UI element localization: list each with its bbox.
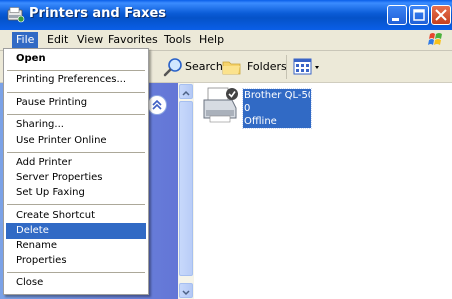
- title-bar[interactable]: Printers and Faxes: [0, 0, 452, 30]
- menu-item-properties[interactable]: Properties: [6, 253, 146, 269]
- menu-item-open[interactable]: Open: [6, 51, 146, 67]
- minimize-button[interactable]: [387, 5, 407, 25]
- menu-separator: [7, 152, 145, 153]
- printer-jobs: 0: [244, 103, 251, 114]
- menu-separator: [7, 70, 145, 71]
- menu-item-set-up-faxing[interactable]: Set Up Faxing: [6, 185, 146, 201]
- views-icon: [293, 58, 319, 75]
- menu-tools[interactable]: Tools: [160, 32, 195, 48]
- maximize-button[interactable]: [409, 5, 429, 25]
- menu-item-use-printer-online[interactable]: Use Printer Online: [6, 133, 146, 149]
- scroll-up-button[interactable]: [179, 84, 193, 99]
- menu-item-rename[interactable]: Rename: [6, 238, 146, 254]
- search-label: Search: [185, 60, 223, 73]
- menu-separator: [7, 272, 145, 273]
- explorer-window: Printers and Faxes File Edit View Favori…: [0, 0, 452, 299]
- close-button[interactable]: [431, 5, 451, 25]
- task-pane-scrollbar[interactable]: [178, 83, 194, 299]
- scroll-down-button[interactable]: [179, 283, 193, 298]
- menu-item-server-properties[interactable]: Server Properties: [6, 170, 146, 186]
- printer-icon[interactable]: [200, 86, 240, 126]
- menu-view[interactable]: View: [73, 32, 107, 48]
- close-icon: [435, 9, 447, 21]
- printer-folder-icon: [7, 7, 25, 23]
- arrow-up-icon: [182, 90, 190, 96]
- menu-item-close[interactable]: Close: [6, 275, 146, 291]
- maximize-icon: [413, 9, 425, 21]
- chevron-up-icon: [152, 99, 162, 110]
- search-button[interactable]: Search: [163, 57, 223, 77]
- search-icon: [163, 58, 182, 77]
- scroll-thumb[interactable]: [179, 101, 193, 276]
- menu-item-add-printer[interactable]: Add Printer: [6, 155, 146, 171]
- toolbar-separator: [286, 55, 287, 79]
- menu-edit[interactable]: Edit: [43, 32, 72, 48]
- menu-separator: [7, 204, 145, 205]
- views-button[interactable]: [293, 57, 323, 77]
- folders-button[interactable]: Folders: [222, 57, 287, 77]
- minimize-icon: [392, 18, 399, 21]
- menu-item-sharing[interactable]: Sharing...: [6, 117, 146, 133]
- menu-file[interactable]: File: [12, 32, 39, 48]
- windows-logo-icon: [423, 31, 449, 49]
- file-menu-dropdown: Open Printing Preferences... Pause Print…: [3, 48, 149, 295]
- menu-separator: [7, 114, 145, 115]
- arrow-down-icon: [182, 290, 190, 296]
- menu-item-delete[interactable]: Delete: [6, 223, 146, 239]
- window-title: Printers and Faxes: [29, 6, 167, 21]
- menu-item-pause-printing[interactable]: Pause Printing: [6, 95, 146, 111]
- folders-label: Folders: [247, 60, 287, 73]
- collapse-button[interactable]: [147, 95, 167, 115]
- printer-label[interactable]: Brother QL-500 0 Offline: [242, 88, 312, 129]
- menu-favorites[interactable]: Favorites: [104, 32, 162, 48]
- menu-item-printing-preferences[interactable]: Printing Preferences...: [6, 72, 146, 88]
- menu-item-create-shortcut[interactable]: Create Shortcut: [6, 208, 146, 224]
- printer-status: Offline: [244, 116, 277, 127]
- menu-separator: [7, 92, 145, 93]
- printer-name: Brother QL-500: [244, 90, 310, 101]
- menu-help[interactable]: Help: [195, 32, 228, 48]
- folder-icon: [222, 61, 241, 75]
